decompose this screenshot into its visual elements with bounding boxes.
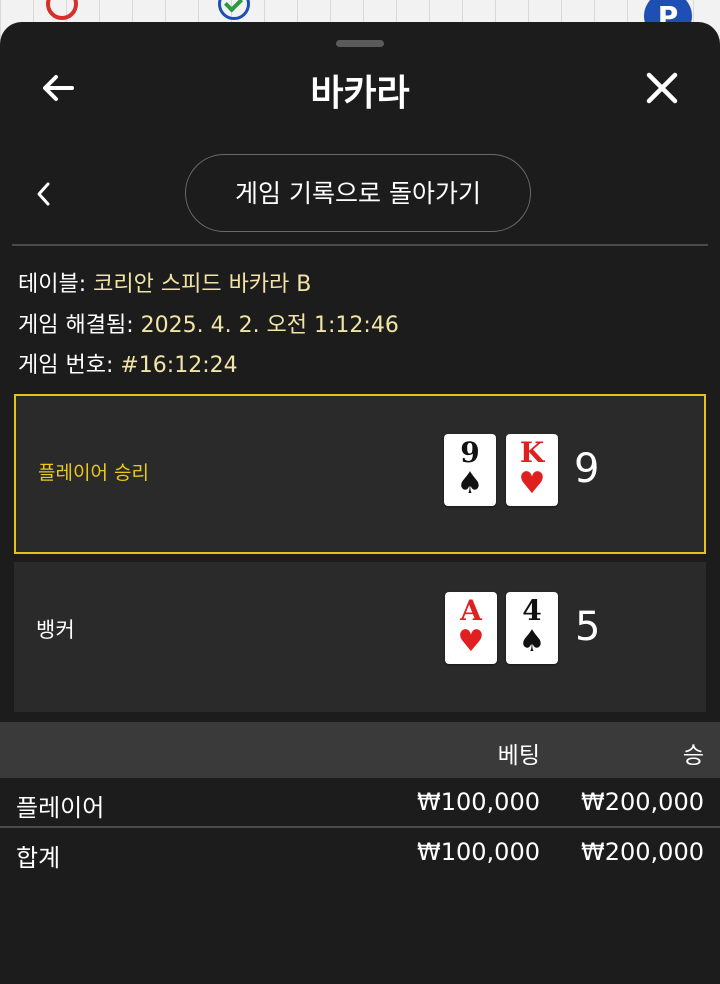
playing-card: A ♥ (445, 592, 497, 664)
bets-table-header: 베팅 승 (0, 722, 720, 778)
page-title: 바카라 (310, 73, 410, 114)
total-bet: ₩100,000 (417, 838, 540, 866)
resolved-label: 게임 해결됨: (18, 313, 134, 338)
game-number-value: #16:12:24 (120, 353, 238, 378)
player-result-row: 플레이어 승리 9 ♠ K ♥ 9 (14, 394, 706, 554)
win-amount: ₩200,000 (581, 788, 704, 816)
playing-card: K ♥ (506, 434, 558, 506)
header-divider (12, 244, 708, 246)
spade-suit-icon: ♠ (456, 466, 484, 501)
playing-card: 9 ♠ (444, 434, 496, 506)
table-label: 테이블: (18, 272, 87, 297)
resolved-info: 게임 해결됨: 2025. 4. 2. 오전 1:12:46 (18, 307, 399, 339)
bet-column-header: 베팅 (497, 743, 540, 769)
close-icon[interactable] (642, 68, 682, 108)
table-info: 테이블: 코리안 스피드 바카라 B (18, 266, 311, 298)
total-row: 합계 ₩100,000 ₩200,000 (0, 830, 720, 876)
playing-card: 4 ♠ (506, 592, 558, 664)
card-rank: K (519, 436, 545, 469)
banker-label: 뱅커 (36, 618, 75, 642)
bottom-sheet: 바카라 게임 기록으로 돌아가기 테이블: 코리안 스피드 바카라 B 게임 해… (0, 22, 720, 984)
bet-name: 플레이어 (16, 794, 105, 822)
heart-suit-icon: ♥ (457, 624, 485, 659)
heart-suit-icon: ♥ (518, 466, 546, 501)
card-rank: 4 (522, 594, 542, 627)
spade-suit-icon: ♠ (518, 624, 546, 659)
back-to-history-button[interactable]: 게임 기록으로 돌아가기 (185, 154, 531, 232)
total-win: ₩200,000 (581, 838, 704, 866)
chevron-left-icon[interactable] (30, 178, 58, 210)
table-row: 플레이어 ₩100,000 ₩200,000 (0, 780, 720, 826)
card-rank: A (460, 594, 482, 627)
resolved-value: 2025. 4. 2. 오전 1:12:46 (140, 313, 399, 338)
table-value: 코리안 스피드 바카라 B (93, 272, 312, 297)
game-number-label: 게임 번호: (18, 353, 114, 378)
drag-handle[interactable] (336, 40, 384, 47)
bet-amount: ₩100,000 (417, 788, 540, 816)
player-result-label: 플레이어 승리 (38, 462, 149, 484)
total-label: 합계 (16, 844, 61, 872)
banker-score: 5 (575, 604, 601, 650)
game-number-info: 게임 번호: #16:12:24 (18, 347, 238, 379)
card-rank: 9 (460, 436, 480, 469)
win-column-header: 승 (682, 743, 704, 769)
player-score: 9 (574, 446, 600, 492)
table-divider (0, 826, 720, 828)
banker-result-row: 뱅커 A ♥ 4 ♠ 5 (14, 562, 706, 712)
